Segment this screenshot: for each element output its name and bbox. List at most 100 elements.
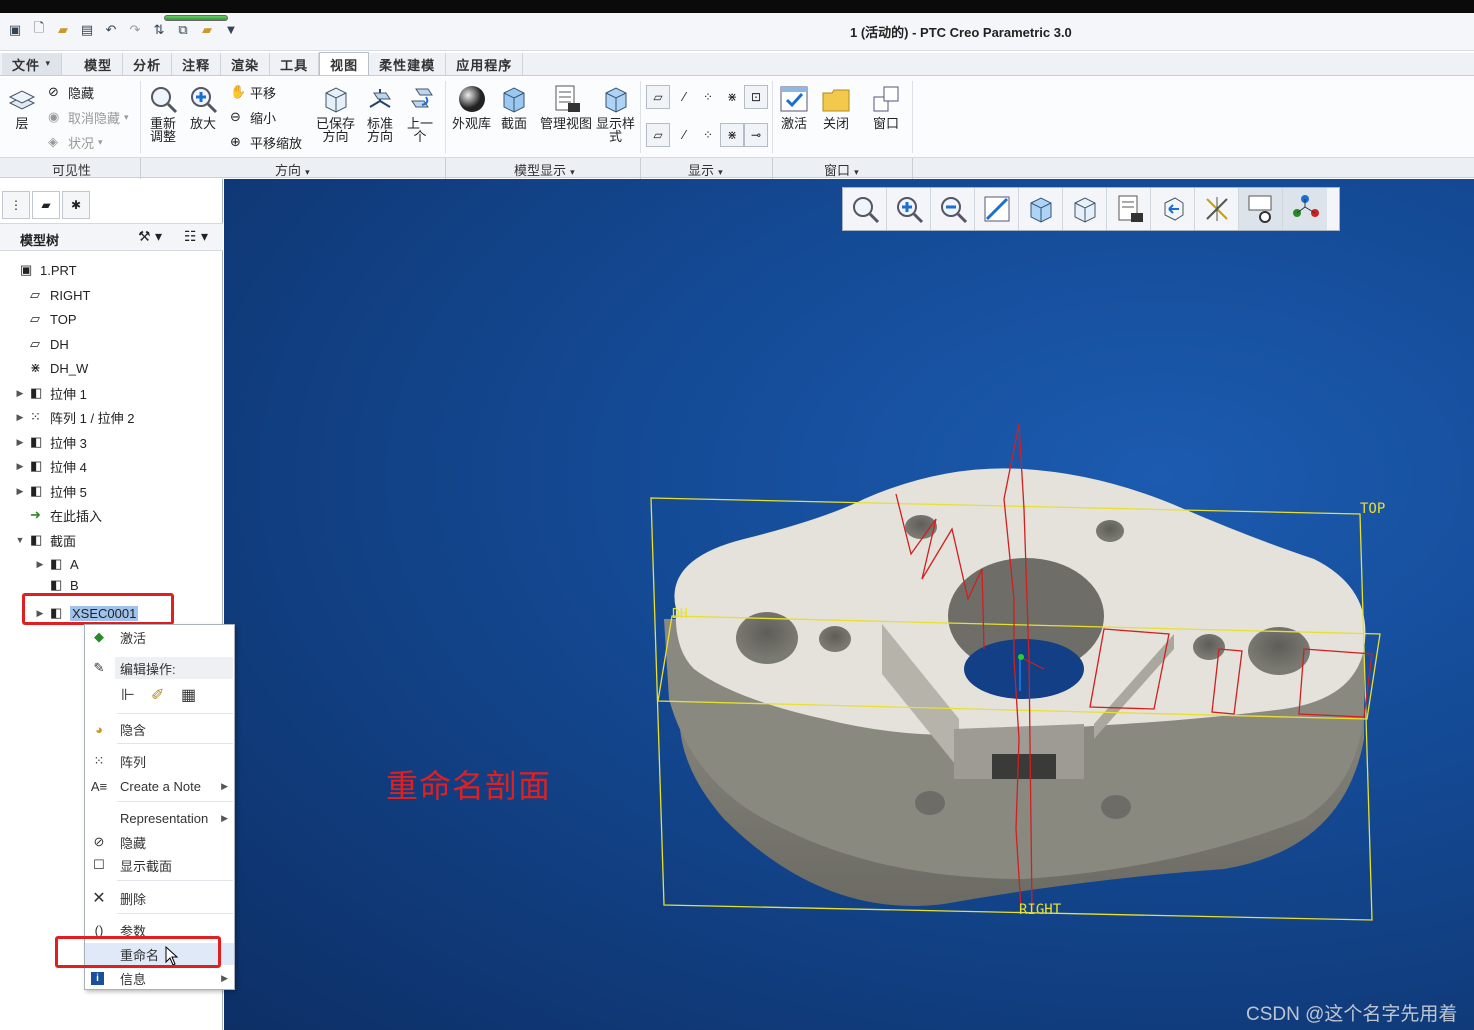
group-orientation[interactable]: 方向 ▾ xyxy=(275,160,310,179)
menu-item-representation[interactable]: Representation ▶ xyxy=(85,807,234,829)
windows-button[interactable]: 窗口 xyxy=(870,83,902,131)
plane-display-icon[interactable]: ▱ xyxy=(646,85,670,109)
csys-tag-icon[interactable]: ⋇ xyxy=(720,123,744,147)
save-icon[interactable]: ▤ xyxy=(78,21,96,39)
edit-dimensions-icon[interactable]: ⊩ xyxy=(121,685,135,705)
tab-model[interactable]: 模型 xyxy=(74,53,124,75)
favorites-tab-icon[interactable]: ✱ xyxy=(62,191,90,219)
axis-display-icon[interactable]: ⁄ xyxy=(672,85,696,109)
annotation-display-icon[interactable]: ⊸ xyxy=(744,123,768,147)
tab-render[interactable]: 渲染 xyxy=(221,53,271,75)
menu-separator xyxy=(117,913,233,914)
spin-center-icon[interactable]: ⊡ xyxy=(744,85,768,109)
tree-node-top[interactable]: ▱ TOP xyxy=(18,308,77,330)
group-window[interactable]: 窗口 ▾ xyxy=(824,160,859,179)
standard-orientation-button[interactable]: 标准 方向 xyxy=(364,83,396,144)
tree-node-dh-w[interactable]: ⋇ DH_W xyxy=(18,357,88,379)
tree-node-extrude-1[interactable]: ▶ ◧ 拉伸 1 xyxy=(14,382,87,404)
group-show[interactable]: 显示 ▾ xyxy=(688,160,723,179)
layer-button[interactable]: 层 xyxy=(6,83,38,131)
menu-item-delete[interactable]: ✕ 删除 xyxy=(85,887,234,909)
tab-tools[interactable]: 工具 xyxy=(270,53,320,75)
previous-orientation-button[interactable]: 上一个 xyxy=(404,83,436,144)
tree-node-section-b[interactable]: ◧ B xyxy=(50,578,79,592)
tab-applications[interactable]: 应用程序 xyxy=(446,53,524,75)
part-model-render[interactable]: TOP RIGHT DH xyxy=(224,179,1474,1030)
group-model-display[interactable]: 模型显示 ▾ xyxy=(514,160,575,179)
menu-item-create-note[interactable]: A≡ Create a Note ▶ xyxy=(85,775,234,797)
appearance-gallery-button[interactable]: 外观库 xyxy=(452,83,491,131)
point-display-icon[interactable]: ⁘ xyxy=(696,85,720,109)
show-list-icon[interactable]: ☷ ▾ xyxy=(184,229,208,245)
status-button[interactable]: ◈ 状况 ▾ xyxy=(48,133,103,153)
tab-file[interactable]: 文件 ▾ xyxy=(2,53,63,75)
expand-icon[interactable]: ▶ xyxy=(14,486,26,497)
tab-annotate[interactable]: 注释 xyxy=(172,53,222,75)
tree-node-sections[interactable]: ▼ ◧ 截面 xyxy=(14,529,76,551)
tree-node-extrude-3[interactable]: ▶ ◧ 拉伸 3 xyxy=(14,431,87,453)
edit-references-icon[interactable]: ▦ xyxy=(181,685,196,705)
tab-flexible-modeling[interactable]: 柔性建模 xyxy=(369,53,447,75)
expand-icon[interactable]: ▶ xyxy=(14,388,26,399)
tree-node-extrude-5[interactable]: ▶ ◧ 拉伸 5 xyxy=(14,480,87,502)
tree-node-right[interactable]: ▱ RIGHT xyxy=(18,284,90,306)
refit-magnifier-icon xyxy=(151,87,178,114)
menu-item-hide[interactable]: ⊘ 隐藏 xyxy=(85,831,234,853)
close-window-button[interactable]: 关闭 xyxy=(820,83,852,131)
graphics-viewport[interactable]: TOP RIGHT DH 重命名剖面 CSDN @这个名字先用着 xyxy=(224,179,1474,1030)
windows-icon[interactable]: ⧉ xyxy=(174,21,192,39)
section-button[interactable]: 截面 xyxy=(498,83,530,131)
plane-tag-icon[interactable]: ▱ xyxy=(646,123,670,147)
app-icon[interactable]: ▣ xyxy=(6,21,24,39)
tree-node-section-a[interactable]: ▶ ◧ A xyxy=(34,553,79,575)
folder-browser-tab-icon[interactable]: ▰ xyxy=(32,191,60,219)
expand-icon[interactable]: ▶ xyxy=(14,412,26,423)
tree-node-pattern-1[interactable]: ▶ ⁙ 阵列 1 / 拉伸 2 xyxy=(14,406,135,428)
menu-item-show-section[interactable]: ☐ 显示截面 xyxy=(85,854,234,876)
edit-definition-icon[interactable]: ✐ xyxy=(151,685,164,705)
menu-item-suppress[interactable]: ◕ 隐含 xyxy=(85,718,234,740)
tree-node-insert-here[interactable]: ➜ 在此插入 xyxy=(30,504,102,526)
settings-tools-icon[interactable]: ⚒ ▾ xyxy=(138,229,162,245)
extrude-icon: ◧ xyxy=(30,458,43,473)
tab-view[interactable]: 视图 xyxy=(319,52,370,75)
activate-window-button[interactable]: 激活 xyxy=(778,83,810,131)
undo-icon[interactable]: ↶ xyxy=(102,21,120,39)
zoom-out-button[interactable]: ⊖ 缩小 xyxy=(230,108,276,128)
expand-icon[interactable]: ▶ xyxy=(14,437,26,448)
regenerate-icon[interactable]: ⇅ xyxy=(150,21,168,39)
menu-item-info[interactable]: i 信息 ▶ xyxy=(85,967,234,989)
zoom-in-button[interactable]: 放大 xyxy=(187,83,219,131)
expand-icon[interactable]: ▶ xyxy=(14,461,26,472)
display-style-button[interactable]: 显示样式 xyxy=(596,83,635,144)
manage-views-button[interactable]: 管理视图 xyxy=(540,83,592,131)
new-file-icon[interactable]: 🗋 xyxy=(30,21,48,39)
tree-node-dh[interactable]: ▱ DH xyxy=(18,333,69,355)
hide-button[interactable]: ⊘ 隐藏 xyxy=(48,83,94,103)
annotation-caption: 重命名剖面 xyxy=(386,767,552,805)
datum-tag-right: RIGHT xyxy=(1019,902,1062,918)
saved-orientations-button[interactable]: 已保存 方向 xyxy=(316,83,355,144)
pan-zoom-button[interactable]: ⊕ 平移缩放 xyxy=(230,133,302,153)
tab-analysis[interactable]: 分析 xyxy=(123,53,173,75)
tree-node-extrude-4[interactable]: ▶ ◧ 拉伸 4 xyxy=(14,455,87,477)
pan-button[interactable]: ✋ 平移 xyxy=(230,83,276,103)
redo-icon[interactable]: ↷ xyxy=(126,21,144,39)
model-tree-tab-icon[interactable]: ⋮ xyxy=(2,191,30,219)
insert-arrow-icon: ➜ xyxy=(30,507,41,522)
close-window-icon[interactable]: ▰ xyxy=(198,21,216,39)
axis-tag-icon[interactable]: ⁄ xyxy=(672,123,696,147)
quick-access-toolbar: ▣ 🗋 ▰ ▤ ↶ ↷ ⇅ ⧉ ▰ ▼ xyxy=(6,15,240,39)
customize-qat-icon[interactable]: ▼ xyxy=(222,21,240,39)
open-folder-icon[interactable]: ▰ xyxy=(54,21,72,39)
collapse-icon[interactable]: ▼ xyxy=(14,535,26,545)
datum-plane-icon: ▱ xyxy=(30,336,40,351)
tree-node-part[interactable]: ▣ 1.PRT xyxy=(8,259,77,281)
csys-display-icon[interactable]: ⋇ xyxy=(720,85,744,109)
menu-item-pattern[interactable]: ⁙ 阵列 xyxy=(85,750,234,772)
point-tag-icon[interactable]: ⁘ xyxy=(696,123,720,147)
menu-item-activate[interactable]: ◆ 激活 xyxy=(85,626,234,648)
unhide-button[interactable]: ◉ 取消隐藏 ▾ xyxy=(48,108,129,128)
expand-icon[interactable]: ▶ xyxy=(34,559,46,570)
refit-button[interactable]: 重新 调整 xyxy=(147,83,179,144)
